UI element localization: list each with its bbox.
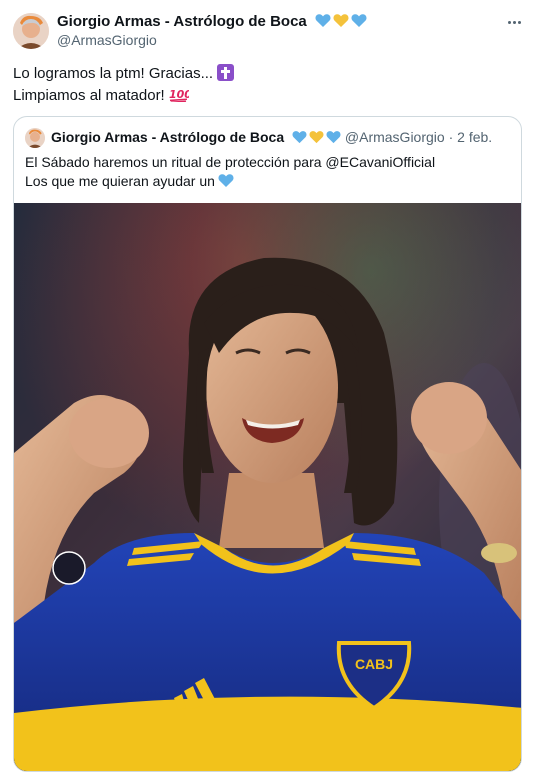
blue-heart-icon — [292, 131, 307, 144]
yellow-heart-icon — [309, 131, 324, 144]
tweet-text: Lo logramos la ptm! Gracias... Limpiamos… — [13, 63, 513, 107]
crest-text: CABJ — [355, 656, 393, 672]
author-name[interactable]: Giorgio Armas - Astrólogo de Boca — [57, 13, 367, 30]
author-name-text[interactable]: Giorgio Armas - Astrólogo de Boca — [57, 13, 307, 30]
quoted-author-handle[interactable]: @ArmasGiorgio — [345, 129, 445, 145]
meta-separator: · — [448, 129, 454, 145]
tweet-text-line1: Lo logramos la ptm! Gracias... — [13, 65, 214, 82]
tweet-text-line: Limpiamos al matador! 100 — [13, 85, 513, 107]
quoted-header: Giorgio Armas - Astrólogo de Boca @Armas… — [51, 129, 492, 145]
tweet: Giorgio Armas - Astrólogo de Boca @Armas… — [0, 0, 536, 779]
blue-heart-icon — [326, 131, 341, 144]
hundred-points-emoji-icon: 100 — [169, 88, 189, 102]
quoted-date[interactable]: 2 feb. — [457, 129, 492, 145]
quoted-text-line-wrap: Los que me quieran ayudar un — [25, 172, 435, 191]
blue-heart-icon — [351, 14, 367, 27]
quoted-name-hearts — [292, 130, 341, 144]
quoted-media-photo[interactable]: CABJ — [14, 203, 521, 771]
author-avatar[interactable] — [13, 13, 49, 49]
quoted-tweet[interactable]: Giorgio Armas - Astrólogo de Boca @Armas… — [13, 116, 522, 772]
tweet-text-line2: Limpiamos al matador! — [13, 87, 165, 104]
quoted-author-avatar[interactable] — [25, 128, 45, 148]
blue-heart-icon — [315, 14, 331, 27]
quoted-author-name[interactable]: Giorgio Armas - Astrólogo de Boca — [51, 129, 284, 145]
quoted-text-line1: El Sábado haremos un ritual de protecció… — [25, 154, 436, 170]
author-handle[interactable]: @ArmasGiorgio — [57, 32, 157, 48]
latin-cross-emoji-icon — [217, 64, 235, 81]
tweet-text-line: Lo logramos la ptm! Gracias... — [13, 63, 513, 85]
quoted-text: El Sábado haremos un ritual de protecció… — [25, 153, 435, 191]
name-hearts — [315, 13, 367, 28]
more-dots-icon[interactable] — [502, 12, 526, 32]
yellow-heart-icon — [333, 14, 349, 27]
blue-heart-icon — [218, 174, 234, 187]
quoted-text-line2: Los que me quieran ayudar un — [25, 173, 215, 189]
